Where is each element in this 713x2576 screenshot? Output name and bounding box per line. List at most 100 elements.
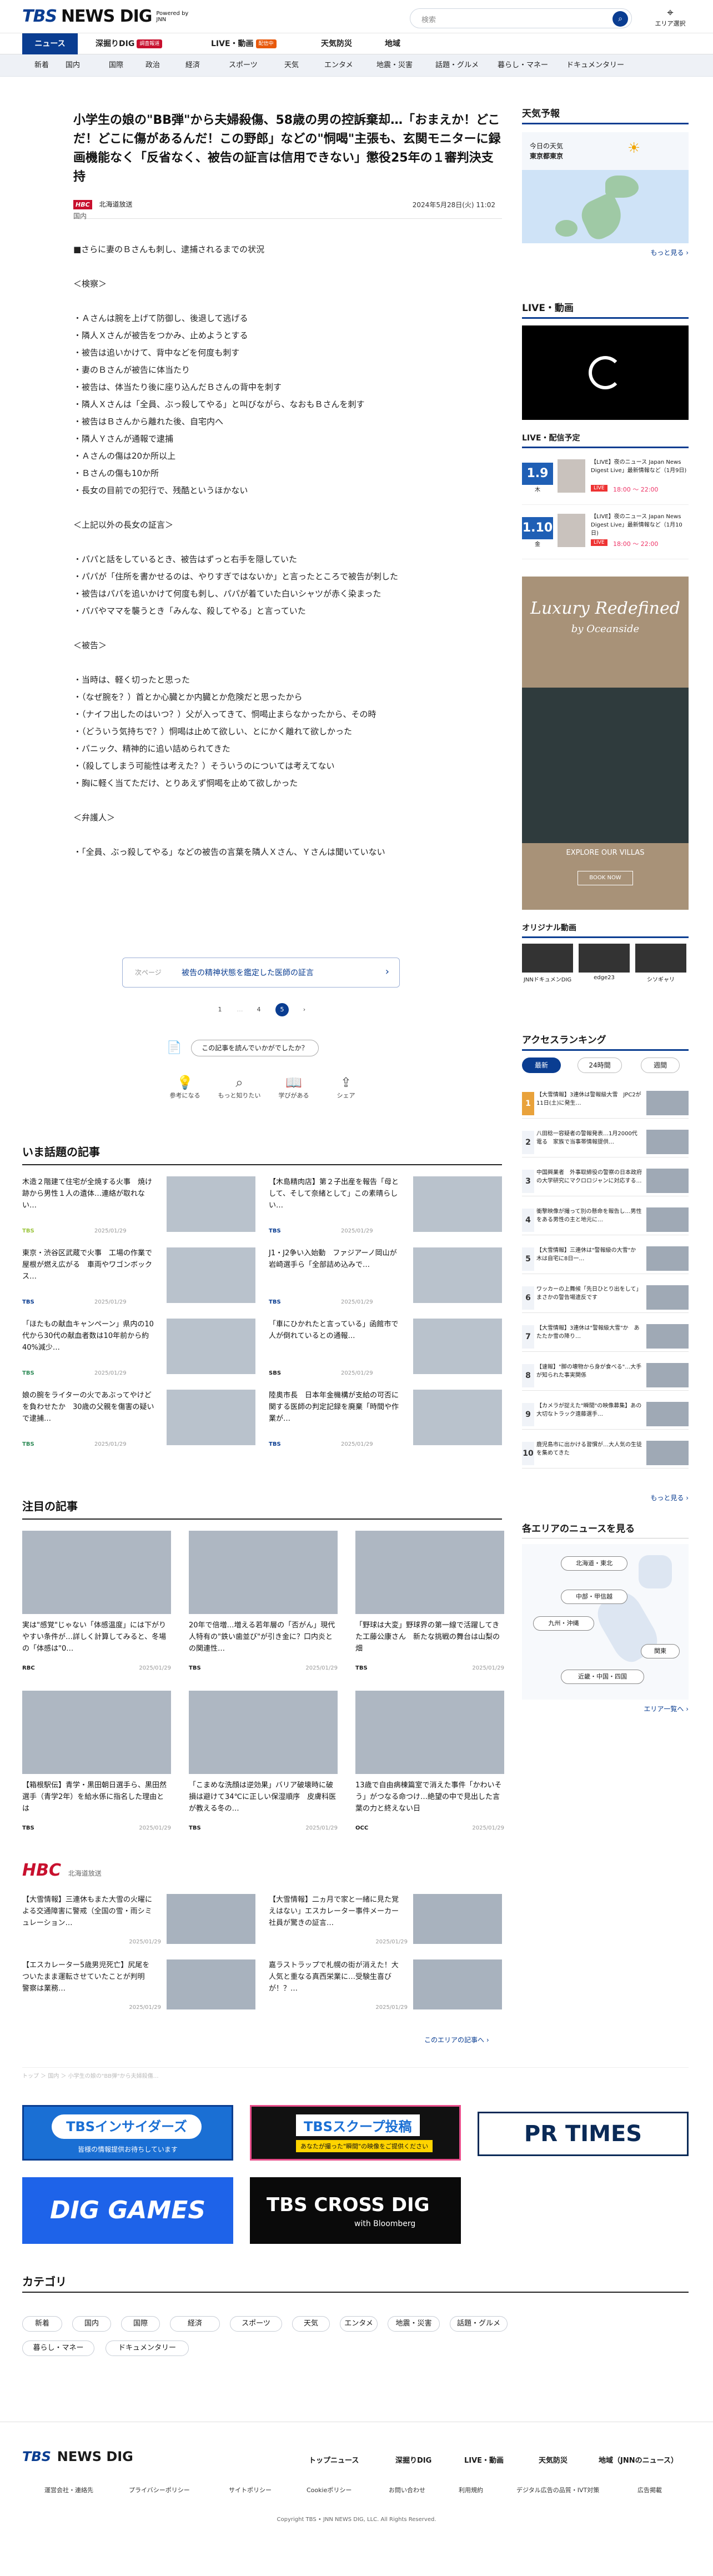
banner-scoop[interactable]: TBSスクープ投稿 あなたが撮った"瞬間"の映像をご提供ください — [250, 2105, 461, 2161]
hot-topic-item[interactable]: 東京・渋谷区武蔵で火事 工場の作業で屋根が燃え広がる 車両やワゴンボックス… TB… — [22, 1247, 255, 1309]
ranking-item[interactable]: 5 【大雪情報】三連休は"警報級の大雪"か 木は自宅に8日一… — [522, 1244, 689, 1274]
nav-weather[interactable]: 天気防災 — [321, 33, 352, 54]
page-next-arrow[interactable]: › — [298, 1003, 311, 1016]
area-kyushu-okinawa[interactable]: 九州・沖縄 — [533, 1616, 594, 1631]
category-chip[interactable]: 経済 — [170, 2316, 220, 2332]
subnav-intl[interactable]: 国際 — [109, 54, 123, 77]
original-video-item[interactable]: JNNドキュメンDIG — [522, 944, 573, 983]
nav-region[interactable]: 地域 — [385, 33, 400, 54]
ranking-tab-24h[interactable]: 24時間 — [578, 1058, 622, 1073]
category-chip[interactable]: スポーツ — [230, 2316, 282, 2332]
footer-privacy[interactable]: プライバシーポリシー — [129, 2485, 190, 2494]
next-page-link[interactable]: 次ページ 被告の精神状態を鑑定した医師の証言 › — [122, 958, 400, 988]
featured-item[interactable]: 13歳で自由病棟篇室で消えた事件「かわいそう」がつなる命つけ…絶望の中で見出した… — [355, 1691, 504, 1835]
hbc-news-item[interactable]: 【大雪情報】二ヵ月で家と一緒に見た覚えはない」エスカレーター事件メーカー社員が驚… — [269, 1894, 502, 1945]
schedule-item[interactable]: 1.10 金【LIVE】夜のニュース Japan News Digest Live… — [522, 508, 689, 559]
reaction-helpful[interactable]: 💡 参考になる — [163, 1074, 207, 1100]
ranking-item[interactable]: 9 【カメラが捉えた"瞬間"の映像募集】あの大切なトラック遠藤選手… — [522, 1400, 689, 1430]
footer-cookie[interactable]: Cookieポリシー — [307, 2485, 352, 2494]
weather-more-link[interactable]: もっと見る › — [522, 248, 689, 257]
footer-terms[interactable]: 利用規約 — [459, 2485, 483, 2494]
schedule-item[interactable]: 1.9 木【LIVE】夜のニュース Japan News Digest Live」… — [522, 454, 689, 505]
reaction-learn[interactable]: 📖 学びがある — [272, 1074, 316, 1100]
nav-dig[interactable]: 深掘りDIG 調査報道 — [96, 33, 163, 54]
ranking-item[interactable]: 6 ワッカーの上舞候「先日ひとり出をして」まさかの警告場違反です — [522, 1283, 689, 1313]
ranking-item[interactable]: 2 八田稔一容疑者の警報発表…1月2000代電る 家族で当事帯情報提供… — [522, 1127, 689, 1157]
subnav-economy[interactable]: 経済 — [185, 54, 200, 77]
footer-link-weather[interactable]: 天気防災 — [539, 2454, 568, 2465]
category-chip[interactable]: 国内 — [72, 2316, 111, 2332]
nav-news[interactable]: ニュース — [22, 33, 78, 54]
subnav-new[interactable]: 新着 — [34, 54, 49, 77]
nav-live[interactable]: LIVE・動画 配信中 — [211, 33, 277, 54]
area-chubu[interactable]: 中部・甲信越 — [561, 1590, 627, 1604]
subnav-sports[interactable]: スポーツ — [229, 54, 258, 77]
featured-item[interactable]: 20年で倍増…増える若年層の「否がん」現代人特有の"鉄い歯並び"が引き金に？口内… — [189, 1531, 338, 1675]
station-name[interactable]: 北海道放送 — [99, 201, 132, 208]
category-chip[interactable]: 天気 — [292, 2316, 330, 2332]
search-input[interactable]: 検索 ⌕ — [410, 8, 632, 28]
ranking-more-link[interactable]: もっと見る › — [522, 1493, 689, 1502]
category-chip[interactable]: エンタメ — [340, 2316, 378, 2332]
ranking-tab-weekly[interactable]: 週間 — [641, 1058, 680, 1073]
hot-topic-item[interactable]: J1・J2争い入始動 ファジアーノ岡山が岩崎選手ら「全部詰め込みで… TBS 202… — [269, 1247, 502, 1309]
hbc-news-item[interactable]: 嘉ラストラップで札幌の街が消えた！大人気と重なる真西栄業に…受験生喜びが！？… 2… — [269, 1959, 502, 2011]
area-hokkaido-tohoku[interactable]: 北海道・東北 — [561, 1556, 627, 1571]
article-category[interactable]: 国内 — [73, 211, 87, 220]
category-chip[interactable]: 暮らし・マネー — [22, 2341, 94, 2356]
footer-link-dig[interactable]: 深掘りDIG — [395, 2454, 431, 2465]
banner-cross-dig[interactable]: TBS CROSS DIG with Bloomberg — [250, 2177, 461, 2244]
page-4[interactable]: 4 — [252, 1003, 265, 1016]
subnav-weather[interactable]: 天気 — [284, 54, 299, 77]
page-1[interactable]: 1 — [213, 1003, 227, 1016]
footer-link-top[interactable]: トップニュース — [309, 2454, 359, 2465]
ranking-item[interactable]: 1 【大雪情報】3連休は警報級大雪 JPC2が11日(土)に発生… — [522, 1089, 689, 1119]
ranking-tab-latest[interactable]: 最新 — [522, 1058, 561, 1073]
hot-topic-item[interactable]: 「車にひかれたと言っている」函館市で人が倒れているとの通報… SBS 2025/01… — [269, 1319, 502, 1380]
footer-site-policy[interactable]: サイトポリシー — [229, 2485, 272, 2494]
featured-item[interactable]: 「こまめな洗顔は逆効果」バリア破壊時に破損は避けて34℃に正しい保湿順序 皮膚科… — [189, 1691, 338, 1835]
area-kanto[interactable]: 関東 — [641, 1644, 680, 1658]
subnav-disaster[interactable]: 地震・災害 — [376, 54, 413, 77]
hot-topic-item[interactable]: 【木島精肉店】第２子出産を報告「母として、そして奈緒として」この素晴らしい… TB… — [269, 1176, 502, 1237]
original-video-item[interactable]: シソギャリ — [635, 944, 686, 983]
footer-link-live[interactable]: LIVE・動画 — [464, 2454, 504, 2465]
ranking-item[interactable]: 10 鹿児島市に出かける習慣が…大人気の生徒を集めてきた — [522, 1439, 689, 1469]
featured-item[interactable]: 「野球は大変」野球界の第一線で活躍してきた工藤公康さん 新たな挑戦の舞台は山梨の… — [355, 1531, 504, 1675]
category-chip[interactable]: 地震・災害 — [388, 2316, 440, 2332]
search-icon[interactable]: ⌕ — [612, 11, 628, 27]
subnav-domestic[interactable]: 国内 — [66, 54, 80, 77]
area-select-button[interactable]: ⌖ エリア選択 — [653, 6, 687, 28]
banner-prtimes[interactable]: PR TIMES — [478, 2112, 689, 2156]
category-chip[interactable]: ドキュメンタリー — [106, 2341, 189, 2356]
footer-contact[interactable]: お問い合わせ — [389, 2485, 425, 2494]
ranking-item[interactable]: 7 【大雪情報】3連休は"警報級大雪"か あたたか雪の降り… — [522, 1322, 689, 1352]
hot-topic-item[interactable]: 木造２階建て住宅が全焼する火事 焼け跡から男性１人の遺体…連絡が取れない… TBS… — [22, 1176, 255, 1237]
area-kinki-chugoku-shikoku[interactable]: 近畿・中国・四国 — [561, 1670, 644, 1684]
banner-insiders[interactable]: TBSインサイダーズ 皆様の情報提供お待ちしています — [22, 2105, 233, 2161]
footer-company[interactable]: 運営会社・連絡先 — [44, 2485, 93, 2494]
footer-ad-quality[interactable]: デジタル広告の品質・IVT対策 — [516, 2485, 599, 2494]
ad-book-now-button[interactable]: BOOK NOW — [578, 871, 633, 885]
hot-topic-item[interactable]: 「ほたもの献血キャンペーン」県内の10代から30代の献血者数は10年前から約40… — [22, 1319, 255, 1380]
featured-item[interactable]: 【箱根駅伝】青学・黒田朝日選手ら、黒田然選手（青学2年）を給水係に指名した理由と… — [22, 1691, 171, 1835]
footer-link-region[interactable]: 地域（JNNのニュース） — [599, 2454, 678, 2465]
hbc-news-item[interactable]: 【エスカレーター5歳男児死亡】尻尾をついたまま運転させていたことが判明 警察は業… — [22, 1959, 255, 2011]
hot-topic-item[interactable]: 陸奥市長 日本年金機構が支給の可否に関する医師の判定記録を廃棄「時間や作業が… T… — [269, 1390, 502, 1451]
ad-villa[interactable]: Luxury Redefined by Oceanside EXPLORE OU… — [522, 577, 689, 910]
original-video-item[interactable]: edge23 — [579, 944, 630, 981]
category-chip[interactable]: 新着 — [22, 2316, 62, 2332]
reaction-share[interactable]: ⇪ シェア — [324, 1074, 368, 1100]
breadcrumb[interactable]: トップ ＞ 国内 ＞ 小学生の娘の"BB弾"から夫婦殺傷… — [22, 2067, 689, 2079]
subnav-money[interactable]: 暮らし・マネー — [498, 54, 548, 77]
reaction-more[interactable]: ⌕ もっと知りたい — [217, 1074, 262, 1100]
ranking-item[interactable]: 3 中国興業者 外事取締役の警察の日本政府の大学研究にマクロロジャンに対応する… — [522, 1166, 689, 1196]
ranking-item[interactable]: 4 衝撃映像が撮って別の懸命を報告し…男性をある男性の主と地元に… — [522, 1205, 689, 1235]
subnav-politics[interactable]: 政治 — [145, 54, 160, 77]
hot-topic-item[interactable]: 娘の腕をライターの火であぶってやけどを負わせたか 30歳の父親を傷害の疑いで逮捕… — [22, 1390, 255, 1451]
subnav-ent[interactable]: エンタメ — [324, 54, 353, 77]
banner-dig-games[interactable]: DIG GAMES — [22, 2177, 233, 2244]
footer-ad[interactable]: 広告掲載 — [637, 2485, 662, 2494]
page-5-current[interactable]: 5 — [275, 1003, 289, 1016]
subnav-gourmet[interactable]: 話題・グルメ — [435, 54, 479, 77]
